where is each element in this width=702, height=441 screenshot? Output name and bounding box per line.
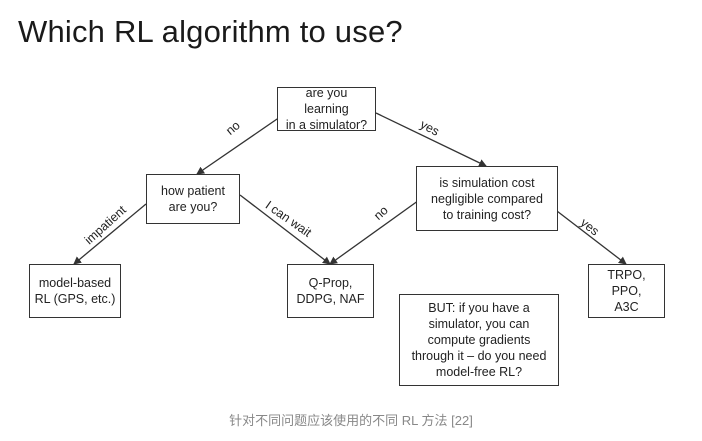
node-qprop-ddpg-naf: Q-Prop, DDPG, NAF <box>287 264 374 318</box>
arrow-can-wait <box>239 194 331 265</box>
flowchart-arrows <box>73 112 627 265</box>
node-trpo-ppo-a3c: TRPO, PPO, A3C <box>588 264 665 318</box>
node-how-patient: how patient are you? <box>146 174 240 224</box>
node-learning-in-simulator: are you learning in a simulator? <box>277 86 376 132</box>
node-gradient-note: BUT: if you have a simulator, you can co… <box>399 294 559 386</box>
slide: Which RL algorithm to use? are you learn… <box>0 0 702 400</box>
figure-caption: 针对不同问题应该使用的不同 RL 方法 [22] <box>229 413 473 428</box>
node-model-based-rl: model-based RL (GPS, etc.) <box>29 264 121 318</box>
node-simulation-cost: is simulation cost negligible compared t… <box>416 166 558 231</box>
